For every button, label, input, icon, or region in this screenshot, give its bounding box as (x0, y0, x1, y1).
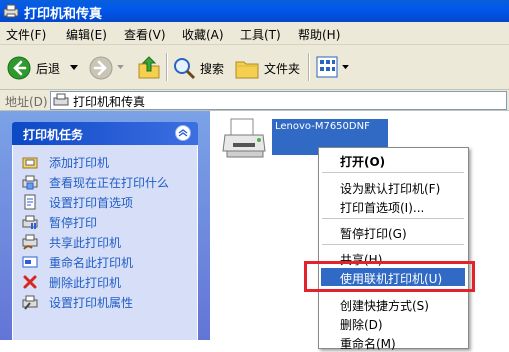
menu-item-label: 打开(O) (340, 155, 386, 169)
menu-help[interactable]: 帮助(H) (298, 26, 340, 43)
printer-tasks-title: 打印机任务 (23, 128, 84, 142)
menu-item-delete[interactable]: 删除(D) (321, 314, 465, 332)
context-menu: 打开(O) 设为默认打印机(F) 打印首选项(I)... 暂停打印(G) 共享(… (318, 147, 469, 351)
menu-separator (322, 244, 464, 245)
preferences-icon (24, 194, 36, 210)
task-label: 查看现在正在打印什么 (49, 176, 170, 190)
task-label: 共享此打印机 (49, 236, 122, 250)
menu-bar: 文件(F) 编辑(E) 查看(V) 收藏(A) 工具(T) 帮助(H) (0, 22, 509, 45)
address-bar: 地址(D) 打印机和传真 (0, 90, 509, 111)
task-label: 删除此打印机 (49, 276, 122, 290)
menu-item-set-default[interactable]: 设为默认打印机(F) (321, 178, 465, 196)
menu-file[interactable]: 文件(F) (6, 26, 46, 43)
add-printer-icon (22, 157, 38, 169)
task-label: 添加打印机 (49, 156, 110, 170)
views-button[interactable] (314, 55, 352, 79)
search-button[interactable]: 搜索 (170, 49, 228, 85)
delete-x-icon (23, 275, 37, 289)
task-label: 设置打印首选项 (49, 196, 134, 210)
pause-printer-icon (22, 215, 38, 229)
menu-item-open[interactable]: 打开(O) (321, 151, 465, 169)
address-value: 打印机和传真 (73, 95, 146, 109)
menu-item-create-shortcut[interactable]: 创建快捷方式(S) (321, 295, 465, 313)
printer-tasks-header[interactable]: 打印机任务 (12, 122, 198, 145)
window-title: 打印机和传真 (24, 7, 103, 22)
menu-item-label: 重命名(M) (340, 337, 396, 351)
back-arrow-icon (7, 56, 31, 80)
folders-label: 文件夹 (264, 62, 301, 76)
printer-folder-icon (3, 4, 19, 18)
menu-item-preferences[interactable]: 打印首选项(I)... (321, 197, 465, 215)
properties-icon (22, 295, 38, 310)
task-label: 暂停打印 (49, 216, 98, 230)
menu-view[interactable]: 查看(V) (124, 26, 166, 43)
address-label: 地址(D) (5, 95, 48, 109)
chevron-down-icon[interactable] (70, 65, 78, 71)
views-icon (316, 56, 338, 78)
menu-tools[interactable]: 工具(T) (240, 26, 281, 43)
menu-edit[interactable]: 编辑(E) (66, 26, 107, 43)
address-field[interactable]: 打印机和传真 (50, 91, 507, 110)
folders-button[interactable]: 文件夹 (232, 49, 304, 85)
search-icon (174, 58, 196, 80)
task-label: 设置打印机属性 (49, 296, 134, 310)
search-label: 搜索 (200, 62, 225, 76)
menu-item-rename[interactable]: 重命名(M) (321, 333, 465, 351)
back-button[interactable]: 后退 (2, 49, 86, 85)
chevron-down-icon (342, 65, 349, 70)
printer-tasks-panel: 打印机任务 添加打印机 查看现在正在打印什么 设置打印首选项 暂停打印 共享此打… (12, 122, 198, 340)
menu-favorites[interactable]: 收藏(A) (182, 26, 224, 43)
menu-separator (322, 218, 464, 219)
print-queue-icon (22, 175, 38, 190)
annotation-highlight-box (304, 261, 475, 292)
menu-item-pause[interactable]: 暂停打印(G) (321, 223, 465, 241)
menu-item-label: 创建快捷方式(S) (340, 299, 429, 313)
task-label: 重命名此打印机 (49, 256, 134, 270)
menu-item-label: 暂停打印(G) (340, 227, 407, 241)
chevron-down-icon[interactable] (117, 65, 124, 70)
menu-separator (322, 172, 464, 173)
toolbar: 后退 搜索 文件夹 (0, 45, 509, 90)
back-label: 后退 (36, 62, 61, 76)
menu-item-label: 打印首选项(I)... (340, 201, 425, 215)
menu-item-label: 删除(D) (340, 318, 383, 332)
printer-icon[interactable] (221, 115, 269, 163)
rename-icon (22, 256, 38, 268)
folder-icon (235, 61, 259, 79)
printer-tasks-list: 添加打印机 查看现在正在打印什么 设置打印首选项 暂停打印 共享此打印机 重命名… (12, 145, 198, 340)
printer-folder-icon (53, 93, 69, 106)
title-bar: 打印机和传真 (0, 0, 509, 22)
menu-item-label: 设为默认打印机(F) (340, 182, 441, 196)
forward-arrow-icon[interactable] (89, 56, 113, 80)
share-printer-icon (22, 234, 38, 250)
collapse-icon[interactable] (175, 125, 191, 141)
up-folder-icon[interactable] (137, 54, 161, 80)
printer-name: Lenovo-M7650DNF (275, 121, 370, 132)
